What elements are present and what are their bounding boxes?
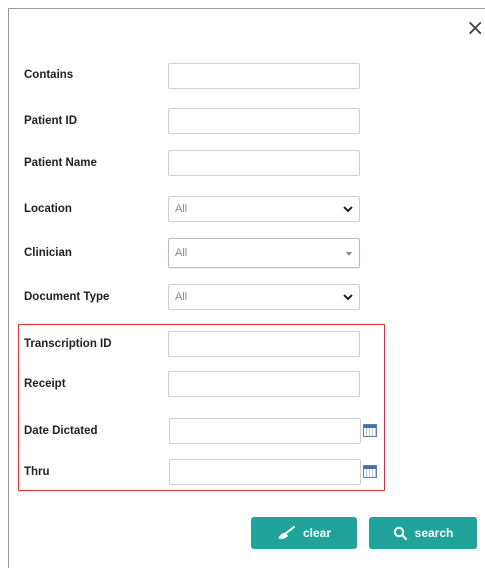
location-select[interactable]: All [168,196,360,222]
calendar-icon[interactable] [363,424,377,437]
receipt-input[interactable] [168,371,360,397]
document-type-value: All [175,291,188,303]
thru-label: Thru [24,466,50,478]
search-icon [393,526,407,540]
caret-down-icon [346,252,352,256]
clinician-label: Clinician [24,247,72,259]
receipt-label: Receipt [24,378,66,390]
clear-button[interactable]: clear [251,517,357,549]
transcription-id-input[interactable] [168,331,360,357]
calendar-icon[interactable] [363,465,377,478]
patient-id-label: Patient ID [24,115,78,127]
date-dictated-input[interactable] [169,418,361,444]
patient-name-input[interactable] [168,150,360,176]
broom-icon [278,526,295,539]
patient-id-input[interactable] [168,108,360,134]
clinician-value: All [175,247,188,259]
patient-name-label: Patient Name [24,157,97,169]
clear-button-label: clear [302,526,332,540]
chevron-down-icon [343,285,353,309]
date-dictated-label: Date Dictated [24,425,98,437]
transcription-id-label: Transcription ID [24,338,112,350]
location-label: Location [24,203,72,215]
search-button-label: search [414,526,454,540]
clinician-select[interactable]: All [168,238,360,268]
contains-input[interactable] [168,63,360,89]
contains-label: Contains [24,69,74,81]
thru-input[interactable] [169,459,361,485]
document-type-label: Document Type [24,291,110,303]
close-icon[interactable]: × [466,18,484,40]
location-value: All [175,203,188,215]
document-type-select[interactable]: All [168,284,360,310]
search-button[interactable]: search [369,517,477,549]
chevron-down-icon [343,197,353,221]
